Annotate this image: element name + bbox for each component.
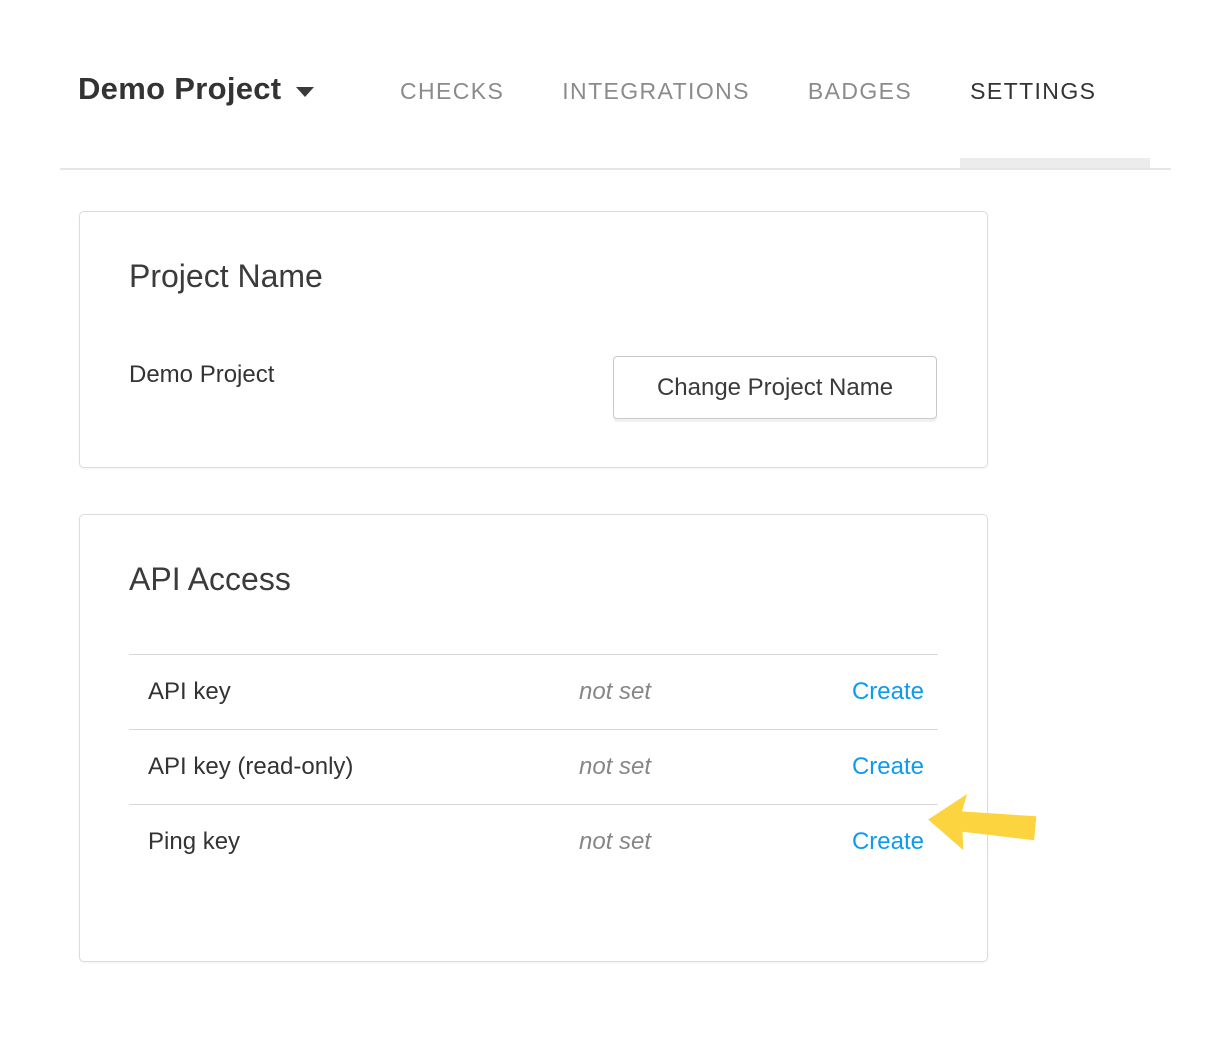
tab-integrations[interactable]: INTEGRATIONS [533, 76, 779, 106]
table-row-ping-key: Ping key not set Create [129, 804, 938, 879]
api-key-readonly-create-link[interactable]: Create [852, 753, 924, 781]
api-access-card: API Access API key not set Create API ke… [79, 514, 988, 962]
api-key-label: API key [148, 678, 579, 706]
change-project-name-button[interactable]: Change Project Name [613, 356, 937, 419]
ping-key-value: not set [579, 828, 651, 856]
ping-key-label: Ping key [148, 828, 579, 856]
api-key-readonly-label: API key (read-only) [148, 753, 579, 781]
chevron-down-icon [296, 87, 314, 97]
nav-divider [60, 168, 1171, 170]
tab-checks[interactable]: CHECKS [371, 76, 533, 106]
ping-key-create-link[interactable]: Create [852, 828, 924, 856]
api-key-readonly-value: not set [579, 753, 651, 781]
table-row-api-key-readonly: API key (read-only) not set Create [129, 729, 938, 804]
project-name-value: Demo Project [129, 360, 274, 390]
api-key-value: not set [579, 678, 651, 706]
api-access-table: API key not set Create API key (read-onl… [129, 654, 938, 879]
project-title: Demo Project [78, 71, 281, 107]
project-name-card: Project Name Demo Project Change Project… [79, 211, 988, 468]
api-access-card-title: API Access [129, 559, 291, 599]
project-settings-page: Demo Project CHECKS INTEGRATIONS BADGES … [0, 0, 1220, 1059]
table-row-api-key: API key not set Create [129, 654, 938, 729]
api-key-create-link[interactable]: Create [852, 678, 924, 706]
project-name-card-title: Project Name [129, 256, 323, 296]
tab-bar: CHECKS INTEGRATIONS BADGES SETTINGS [371, 76, 1125, 106]
tab-settings[interactable]: SETTINGS [941, 76, 1125, 106]
project-switcher-dropdown[interactable]: Demo Project [78, 70, 314, 108]
tab-badges[interactable]: BADGES [779, 76, 941, 106]
